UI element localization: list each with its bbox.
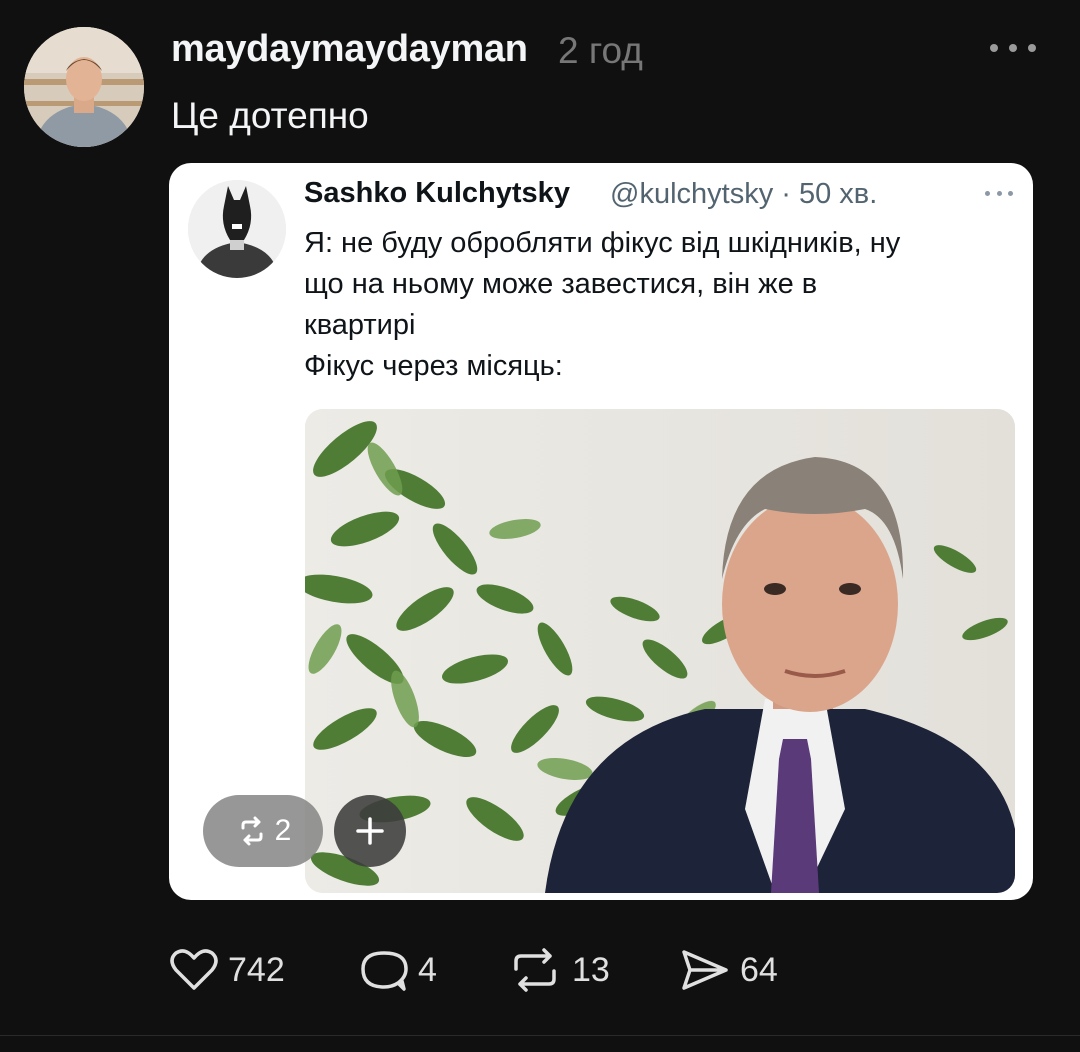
divider bbox=[0, 1035, 1080, 1036]
add-button[interactable] bbox=[334, 795, 406, 867]
tweet-author-avatar bbox=[188, 180, 286, 278]
more-options-icon[interactable] bbox=[990, 36, 1036, 60]
tweet-text: Я: не буду обробляти фікус від шкідників… bbox=[304, 223, 1019, 387]
comment-icon bbox=[361, 951, 408, 991]
comment-button[interactable]: 4 bbox=[360, 942, 437, 998]
tweet-text-line: Я: не буду обробляти фікус від шкідників… bbox=[304, 227, 901, 259]
username[interactable]: maydaymaydayman bbox=[171, 28, 528, 71]
repost-icon bbox=[241, 816, 263, 846]
heart-icon bbox=[170, 949, 218, 990]
send-icon bbox=[682, 950, 728, 990]
like-button[interactable]: 742 bbox=[170, 942, 285, 998]
quoted-tweet-card[interactable]: Sashko Kulchytsky @kulchytsky · 50 хв. Я… bbox=[169, 163, 1033, 900]
repost-count: 2 bbox=[274, 814, 292, 847]
share-count: 64 bbox=[740, 950, 778, 989]
repost-icon bbox=[514, 948, 556, 992]
comment-count: 4 bbox=[418, 950, 437, 989]
avatar[interactable] bbox=[24, 27, 144, 147]
tweet-more-icon bbox=[985, 191, 1013, 199]
tweet-handle-time: @kulchytsky · 50 хв. bbox=[610, 178, 878, 210]
tweet-author-name: Sashko Kulchytsky bbox=[304, 177, 570, 209]
tweet-image bbox=[305, 409, 1015, 893]
plus-icon bbox=[356, 817, 384, 845]
share-button[interactable]: 64 bbox=[680, 942, 778, 998]
repost-action-count: 13 bbox=[572, 950, 610, 989]
post-text: Це дотепно bbox=[171, 95, 369, 136]
like-count: 742 bbox=[228, 950, 285, 989]
post-timestamp: 2 год bbox=[558, 30, 643, 71]
repost-count-pill[interactable]: 2 bbox=[203, 795, 323, 867]
tweet-text-line: квартирі bbox=[304, 309, 416, 341]
tweet-text-line: що на ньому може завестися, він же в bbox=[304, 268, 818, 300]
tweet-text-line: Фікус через місяць: bbox=[304, 350, 563, 382]
repost-button[interactable]: 13 bbox=[508, 942, 610, 998]
action-bar: 742 4 13 64 bbox=[0, 942, 1080, 998]
